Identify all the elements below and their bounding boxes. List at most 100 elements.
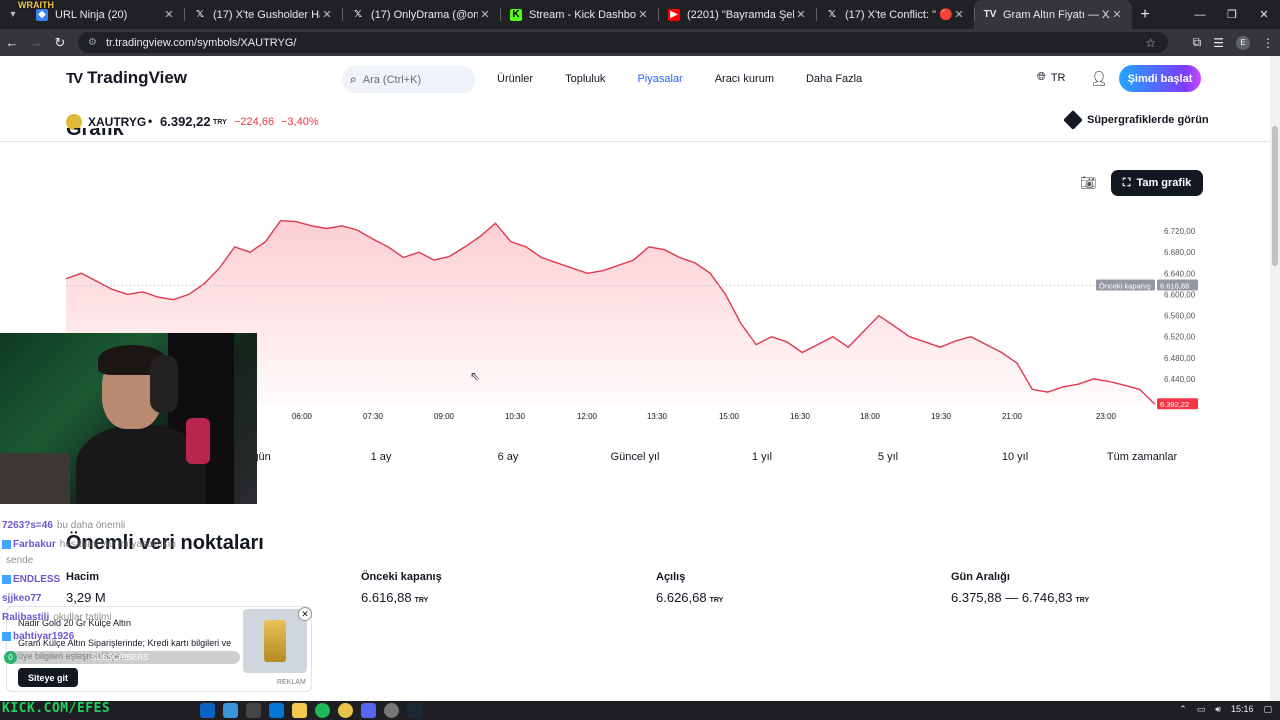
page-scrollbar[interactable] bbox=[1270, 56, 1280, 701]
tradingview-logo[interactable]: TV TradingView bbox=[66, 68, 187, 88]
timeframe-option[interactable]: Güncel yıl bbox=[611, 451, 660, 463]
search-input[interactable]: ⌕ Ara (Ctrl+K) bbox=[342, 66, 476, 93]
symbol-currency: TRY bbox=[213, 119, 227, 126]
network-icon[interactable]: ▭ bbox=[1197, 704, 1206, 715]
stream-brand-url: KICK.COM/EFES bbox=[2, 701, 111, 716]
tab-close-icon[interactable]: ✕ bbox=[794, 8, 808, 21]
browser-tab[interactable]: K Stream - Kick Dashboard✕ bbox=[500, 0, 658, 29]
timeframe-option[interactable]: 5 yıl bbox=[878, 451, 898, 463]
timeframe-option[interactable]: 6 ay bbox=[498, 451, 519, 463]
tab-close-icon[interactable]: ✕ bbox=[320, 8, 334, 21]
chat-user: 7263?s=46 bbox=[2, 520, 53, 531]
forward-icon[interactable]: → bbox=[24, 35, 48, 50]
chat-message: Farbakur hesabını var mı yasaklısın bbox=[2, 539, 176, 550]
spotify-icon[interactable] bbox=[315, 703, 330, 718]
supercharts-icon bbox=[1063, 110, 1083, 130]
kick-favicon-icon: K bbox=[510, 8, 522, 21]
language-label: TR bbox=[1050, 71, 1066, 84]
ad-product-image[interactable] bbox=[243, 609, 307, 673]
tab-close-icon[interactable]: ✕ bbox=[952, 8, 966, 21]
chat-message: Ralibastili okullar tatilmi bbox=[2, 612, 112, 623]
camera-icon[interactable]: 📷︎ bbox=[1080, 175, 1097, 191]
subscriber-label: SUBSCRIBERS bbox=[91, 653, 149, 662]
tv-favicon-icon: TV bbox=[983, 9, 997, 20]
visit-site-button[interactable]: Siteye git bbox=[18, 668, 78, 687]
clock[interactable]: 15:16 bbox=[1231, 704, 1254, 715]
timeframe-option[interactable]: Tüm zamanlar bbox=[1107, 451, 1177, 463]
timeframe-option[interactable]: 1 yıl bbox=[752, 451, 772, 463]
tab-close-icon[interactable]: ✕ bbox=[162, 8, 176, 21]
ad-label: REKLAM bbox=[277, 679, 306, 686]
browser-tab-strip: ▾ ◆ URL Ninja (20) ✕ 𝕏 (17) X'te Gusholder H… bbox=[0, 0, 1280, 29]
chat-message: ENDLESS bbox=[2, 574, 60, 585]
volume-label: Hacim bbox=[66, 571, 100, 583]
supergraphs-link[interactable]: Süpergrafiklerde görün bbox=[1063, 110, 1209, 130]
nav-more[interactable]: Daha Fazla bbox=[806, 73, 862, 85]
open-label: Açılış bbox=[656, 571, 686, 583]
edge-icon[interactable] bbox=[200, 703, 215, 718]
minimize-icon[interactable]: — bbox=[1184, 0, 1216, 29]
tab-close-icon[interactable]: ✕ bbox=[478, 8, 492, 21]
browser-tab[interactable]: 𝕏 (17) OnlyDrama (@onlydramaX✕ bbox=[342, 0, 500, 29]
browser-tab[interactable]: 𝕏 (17) X'te Gusholder Haber Bülte✕ bbox=[184, 0, 342, 29]
browser-tab[interactable]: TV Gram Altın Fiyatı — XAUTRYG✕ bbox=[974, 0, 1132, 29]
search-icon: ⌕ bbox=[350, 72, 357, 86]
tab-title: (2201) "Bayramda Şeker Tadında bbox=[687, 8, 794, 21]
steam-icon[interactable] bbox=[407, 703, 422, 718]
site-info-icon[interactable]: ⚙ bbox=[88, 37, 97, 48]
chat-user: bahtiyar1926 bbox=[13, 631, 75, 642]
nav-products[interactable]: Ürünler bbox=[497, 73, 533, 85]
y-tick-label: 6.600,00 bbox=[1164, 290, 1196, 299]
chat-text: bu daha önemli bbox=[56, 520, 126, 531]
reading-list-icon[interactable]: ☰ bbox=[1213, 36, 1224, 50]
day-range-label: Gün Aralığı bbox=[951, 571, 1010, 583]
chevron-up-icon[interactable]: ⌃ bbox=[1179, 704, 1187, 715]
reload-icon[interactable]: ↻ bbox=[48, 35, 72, 51]
chat-badge-icon bbox=[2, 631, 11, 641]
url-field[interactable]: ⚙ tr.tradingview.com/symbols/XAUTRYG/ ☆ bbox=[78, 32, 1168, 53]
tab-close-icon[interactable]: ✕ bbox=[1110, 8, 1124, 21]
copilot-icon[interactable] bbox=[223, 703, 238, 718]
tradingview-logo-icon: TV bbox=[66, 69, 83, 87]
volume-icon[interactable]: 🔊︎ bbox=[1215, 704, 1221, 715]
notification-icon[interactable]: ▢ bbox=[1263, 704, 1272, 715]
y-tick-label: 6.720,00 bbox=[1164, 227, 1196, 236]
store-icon[interactable] bbox=[246, 703, 261, 718]
chrome-icon[interactable] bbox=[338, 703, 353, 718]
ad-close-icon[interactable]: ✕ bbox=[298, 607, 312, 621]
tab-title: (17) X'te Gusholder Haber Bülte bbox=[213, 8, 320, 21]
start-now-button[interactable]: Şimdi başlat bbox=[1119, 65, 1201, 92]
outlook-icon[interactable] bbox=[269, 703, 284, 718]
back-icon[interactable]: ← bbox=[0, 35, 24, 50]
user-icon[interactable]: 👤︎ bbox=[1090, 70, 1108, 87]
site-header: TV TradingView ⌕ Ara (Ctrl+K) Ürünler To… bbox=[0, 56, 1270, 102]
close-window-icon[interactable]: ✕ bbox=[1248, 0, 1280, 29]
browser-tab[interactable]: ▶ (2201) "Bayramda Şeker Tadında✕ bbox=[658, 0, 816, 29]
obs-icon[interactable] bbox=[384, 703, 399, 718]
full-chart-button[interactable]: ⛶ Tam grafik bbox=[1111, 170, 1203, 196]
chat-badge-icon bbox=[2, 539, 11, 549]
scrollbar-thumb[interactable] bbox=[1272, 126, 1278, 266]
discord-icon[interactable] bbox=[361, 703, 376, 718]
nav-markets[interactable]: Piyasalar bbox=[637, 73, 682, 85]
browser-menu-icon[interactable]: ⋮ bbox=[1262, 36, 1274, 50]
profile-avatar[interactable]: E bbox=[1236, 35, 1250, 50]
shield-favicon-icon: ◆ bbox=[36, 8, 48, 21]
timeframe-option[interactable]: 1 ay bbox=[371, 451, 392, 463]
restore-icon[interactable]: ❐ bbox=[1216, 0, 1248, 29]
language-switcher[interactable]: 🌐︎ TR bbox=[1037, 71, 1065, 84]
nav-community[interactable]: Topluluk bbox=[565, 73, 605, 85]
symbol-change-percent: −3,40% bbox=[281, 116, 319, 128]
new-tab-button[interactable]: + bbox=[1132, 6, 1158, 24]
market-status-dot: • bbox=[148, 114, 153, 128]
extensions-icon[interactable]: ⧉ bbox=[1193, 35, 1202, 50]
tab-close-icon[interactable]: ✕ bbox=[636, 8, 650, 21]
timeframe-option[interactable]: 10 yıl bbox=[1002, 451, 1028, 463]
tab-title: Gram Altın Fiyatı — XAUTRYG bbox=[1003, 8, 1110, 21]
bookmark-star-icon[interactable]: ☆ bbox=[1145, 36, 1156, 50]
chat-user: Ralibastili bbox=[2, 612, 50, 623]
nav-brokers[interactable]: Aracı kurum bbox=[715, 73, 774, 85]
browser-tab[interactable]: 𝕏 (17) X'te Conflict: " 🔴 Netanyah✕ bbox=[816, 0, 974, 29]
folder-icon[interactable] bbox=[292, 703, 307, 718]
main-nav: Ürünler Topluluk Piyasalar Aracı kurum D… bbox=[497, 73, 894, 85]
